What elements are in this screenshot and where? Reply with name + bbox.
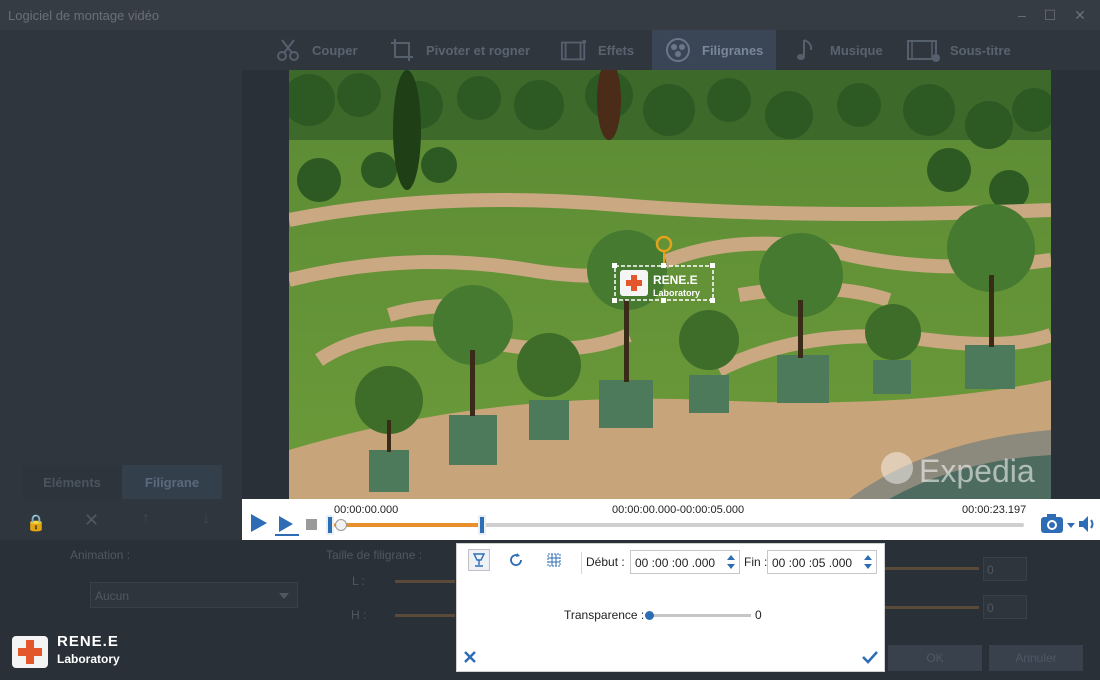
selection-range: 00:00:00.000-00:00:05.000 (612, 504, 745, 516)
lock-icon[interactable]: 🔒 (26, 513, 46, 533)
close-window-button[interactable]: ✕ (1070, 6, 1090, 24)
camera-icon[interactable] (1040, 513, 1076, 540)
tab-filigrane[interactable]: Filigrane (122, 465, 222, 499)
brand-logo: RENE.E Laboratory (10, 632, 130, 672)
animation-label: Animation : (70, 548, 131, 562)
toolbar-musique[interactable]: Musique (792, 30, 883, 70)
play-icon[interactable] (250, 513, 268, 538)
l-slider[interactable] (395, 580, 455, 583)
toolbar-filigranes-label: Filigranes (702, 42, 764, 58)
volume-icon[interactable] (1078, 515, 1098, 538)
toolbar-filigranes[interactable]: Filigranes (652, 30, 776, 70)
rotate-icon[interactable] (505, 549, 527, 571)
player-bar: 00:00:00.000 00:00:00.000-00:00:05.000 0… (242, 499, 1100, 540)
left-tabs: Eléments Filigrane (22, 465, 222, 499)
crop-icon (388, 36, 416, 64)
timeline-track[interactable] (334, 523, 1024, 527)
toolbar-couper-label: Couper (312, 42, 358, 58)
close-icon[interactable] (462, 649, 478, 670)
right-slider-2[interactable] (885, 606, 979, 609)
transparence-slider[interactable] (648, 614, 751, 617)
play-selection-icon[interactable] (274, 513, 300, 542)
stop-icon[interactable] (306, 519, 317, 530)
fin-label: Fin : (744, 555, 768, 569)
right-slider-1[interactable] (885, 567, 979, 570)
ok-button[interactable]: OK (888, 645, 982, 671)
l-label: L : (352, 574, 365, 588)
grid-icon[interactable] (543, 549, 565, 571)
move-down-icon[interactable]: ↓ (202, 510, 210, 528)
size-label: Taille de filigrane : (326, 548, 423, 562)
chevron-down-icon (279, 593, 289, 599)
value-l-input[interactable]: 0 (983, 557, 1027, 581)
timeline-selection (334, 523, 483, 527)
toolbar-sous-titre-label: Sous-titre (950, 42, 1011, 58)
app-window: Logiciel de montage vidéo – ☐ ✕ Couper P… (0, 0, 1100, 680)
h-label: H : (351, 608, 367, 622)
value-h-input[interactable]: 0 (983, 595, 1027, 619)
toolbar-sous-titre[interactable]: Sous-titre (906, 30, 1011, 70)
window-title: Logiciel de montage vidéo (8, 8, 160, 23)
svg-text:RENE.E: RENE.E (653, 273, 698, 287)
brand-subtitle: Laboratory (57, 652, 120, 666)
watermark-style-icon[interactable] (468, 549, 490, 571)
toolbar-couper[interactable]: Couper (274, 30, 358, 70)
debut-input[interactable]: 00 :00 :00 .000 (630, 550, 740, 574)
scissors-icon (274, 36, 302, 64)
brand-name: RENE.E (57, 633, 119, 650)
svg-text:Laboratory: Laboratory (653, 288, 700, 298)
watermark-icon (664, 36, 692, 64)
film-effects-icon (560, 36, 588, 64)
transparence-label: Transparence : (564, 608, 645, 622)
toolbar-musique-label: Musique (830, 42, 883, 58)
maximize-button[interactable]: ☐ (1040, 6, 1060, 24)
toolbar-effets[interactable]: Effets (560, 30, 634, 70)
tab-elements[interactable]: Eléments (22, 465, 122, 499)
subtitle-icon (906, 36, 940, 64)
total-duration: 00:00:23.197 (962, 504, 1027, 516)
debut-label: Début : (586, 555, 625, 569)
transparence-knob[interactable] (645, 611, 654, 620)
cancel-button[interactable]: Annuler (989, 645, 1083, 671)
animation-select[interactable]: Aucun (90, 582, 298, 608)
playhead-knob[interactable] (335, 519, 347, 531)
h-slider[interactable] (395, 614, 455, 617)
fin-input[interactable]: 00 :00 :05 .000 (767, 550, 877, 574)
move-up-icon[interactable]: ↑ (142, 510, 150, 528)
title-bar: Logiciel de montage vidéo – ☐ ✕ (0, 0, 1100, 30)
delete-icon[interactable]: ✕ (84, 510, 99, 531)
minimize-button[interactable]: – (1012, 6, 1032, 24)
confirm-check-icon[interactable] (861, 649, 879, 670)
expedia-watermark: Expedia (919, 453, 1035, 489)
toolbar-pivoter[interactable]: Pivoter et rogner (388, 30, 530, 70)
toolbar-pivoter-label: Pivoter et rogner (426, 42, 531, 58)
main-toolbar: Couper Pivoter et rogner Effets Filigran… (242, 30, 1100, 70)
toolbar-effets-label: Effets (598, 42, 635, 58)
video-preview: Expedia RENE.E Laboratory (289, 70, 1051, 499)
current-time: 00:00:00.000 (334, 504, 399, 516)
start-handle[interactable] (326, 515, 334, 535)
watermark-timing-popup: Début : 00 :00 :00 .000 Fin : 00 :00 :05… (456, 543, 885, 672)
music-icon (792, 36, 820, 64)
end-handle[interactable] (478, 515, 487, 535)
transparence-value: 0 (755, 608, 762, 622)
